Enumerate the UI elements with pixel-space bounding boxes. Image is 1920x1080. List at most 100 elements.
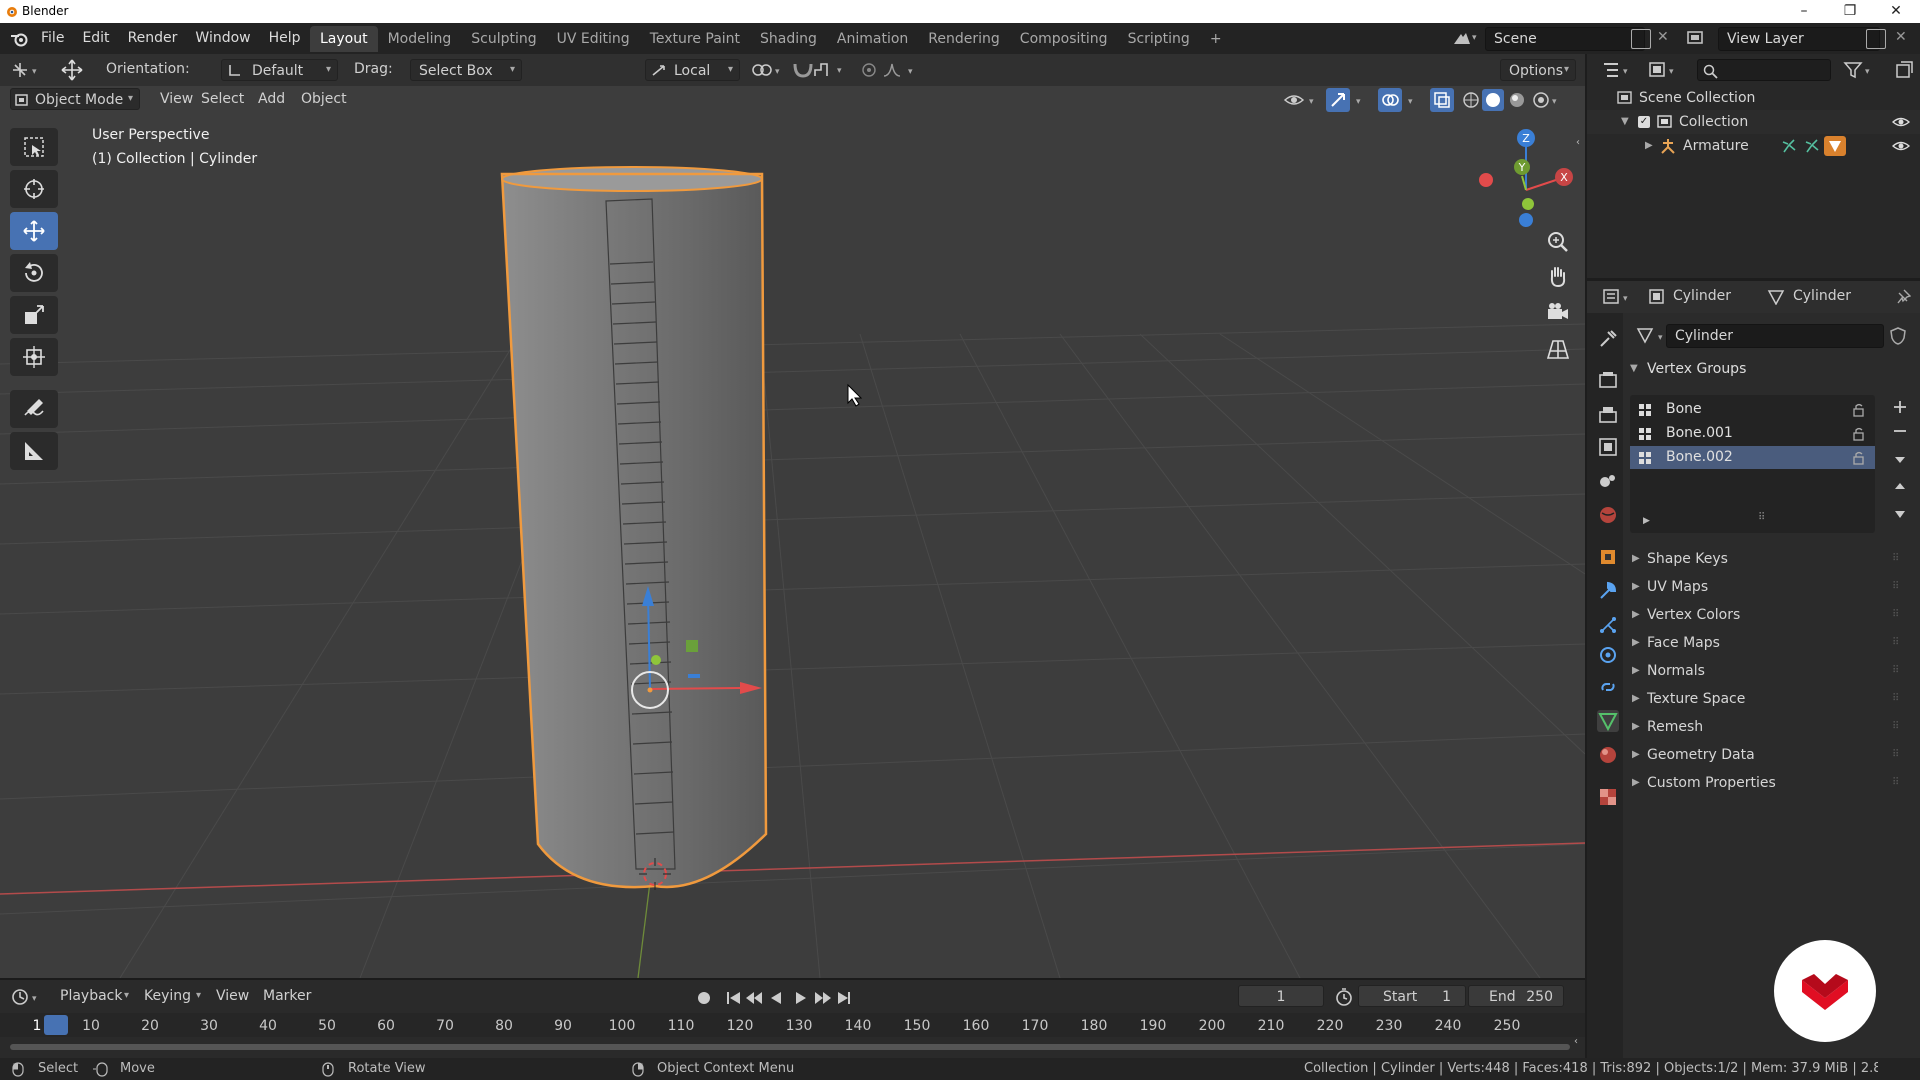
shading-mode-switcher[interactable]: ▾ (1460, 89, 1560, 111)
menu-window[interactable]: Window (186, 23, 259, 54)
expand-triangle-icon[interactable]: ▶ (1645, 134, 1659, 158)
timeline-editor-type-icon[interactable]: ▾ (10, 987, 44, 1007)
tab-scripting[interactable]: Scripting (1118, 26, 1200, 52)
close-window-button[interactable]: ✕ (1876, 0, 1916, 23)
editor-type-icon[interactable]: ▾ (10, 60, 44, 80)
gizmo-neg-x-icon[interactable] (1479, 173, 1493, 187)
world-tab-icon[interactable] (1597, 504, 1619, 526)
drag-handle-icon[interactable]: ⠿ (1892, 687, 1899, 711)
constraints-tab-icon[interactable] (1597, 676, 1619, 698)
mesh-browse-icon[interactable]: ▾ (1636, 326, 1670, 346)
start-frame-field[interactable]: Start 1 (1358, 985, 1466, 1007)
cylinder-object[interactable] (500, 166, 768, 889)
menu-keying[interactable]: Keying (136, 985, 199, 1007)
gizmo-toggle-icon[interactable]: ▾ (1326, 88, 1366, 112)
annotate-tool[interactable] (10, 390, 58, 428)
next-keyframe-icon[interactable] (815, 992, 831, 1004)
panel-header[interactable]: ▶ Face Maps ⠿ (1630, 631, 1910, 655)
child-mesh-icon[interactable] (1824, 136, 1846, 156)
fake-user-shield-icon[interactable] (1888, 326, 1908, 346)
new-collection-icon[interactable] (1895, 60, 1915, 80)
prev-keyframe-icon[interactable] (746, 992, 762, 1004)
viewport-scene[interactable] (0, 54, 1585, 978)
end-frame-field[interactable]: End 250 (1468, 985, 1564, 1007)
view-layer-tab-icon[interactable] (1597, 436, 1619, 458)
tab-layout[interactable]: Layout (310, 26, 378, 52)
tab-compositing[interactable]: Compositing (1010, 26, 1118, 52)
delete-view-layer-icon[interactable]: ✕ (1895, 29, 1907, 45)
eye-icon[interactable] (1892, 115, 1910, 129)
tab-animation[interactable]: Animation (827, 26, 918, 52)
collection-checkbox[interactable]: ✓ (1638, 116, 1650, 128)
properties-editor-type-icon[interactable]: ▾ (1601, 287, 1635, 307)
view-layer-icon[interactable] (1686, 29, 1706, 47)
tab-sculpting[interactable]: Sculpting (461, 26, 546, 52)
menu-playback[interactable]: Playback (52, 985, 130, 1007)
drag-handle-icon[interactable]: ⠿ (1892, 715, 1899, 739)
panel-header[interactable]: ▶ Custom Properties ⠿ (1630, 771, 1910, 795)
blender-menu-icon[interactable] (10, 31, 28, 47)
zoom-icon[interactable] (1545, 229, 1571, 255)
panel-header[interactable]: ▶ Normals ⠿ (1630, 659, 1910, 683)
minimize-button[interactable]: – (1784, 0, 1824, 23)
tab-uv-editing[interactable]: UV Editing (547, 26, 640, 52)
playback-controls[interactable] (696, 988, 856, 1008)
drag-handle-icon[interactable]: ⠿ (1892, 743, 1899, 767)
tool-tab-icon[interactable] (1597, 328, 1619, 350)
panel-header[interactable]: ▶ Shape Keys ⠿ (1630, 547, 1910, 571)
scene-icon[interactable] (1452, 30, 1472, 48)
render-tab-icon[interactable] (1597, 370, 1619, 392)
move-tool[interactable] (10, 212, 58, 250)
stopwatch-icon[interactable] (1334, 987, 1354, 1007)
pose-icon[interactable] (1803, 138, 1821, 154)
cursor-tool[interactable] (10, 170, 58, 208)
tab-texture-paint[interactable]: Texture Paint (640, 26, 750, 52)
rotate-tool[interactable] (10, 254, 58, 292)
pan-hand-icon[interactable] (1545, 264, 1571, 290)
pin-icon[interactable] (1895, 289, 1911, 305)
add-workspace-button[interactable]: + (1200, 26, 1232, 52)
snap-increment-icon[interactable]: ▾ (812, 60, 848, 80)
menu-file[interactable]: File (32, 23, 73, 54)
camera-view-icon[interactable] (1545, 299, 1571, 325)
move-up-icon[interactable] (1895, 483, 1905, 489)
timeline-sidebar-toggle-icon[interactable]: ‹ (1574, 1036, 1578, 1047)
data-tab-icon[interactable] (1597, 710, 1619, 732)
vertex-group-row[interactable]: Bone.001 (1630, 422, 1875, 445)
new-scene-icon[interactable] (1631, 29, 1651, 49)
proportional-edit-icon[interactable] (860, 61, 878, 79)
outliner-row-collection[interactable]: ▼ ✓ Collection (1587, 110, 1920, 134)
tab-shading[interactable]: Shading (750, 26, 827, 52)
delete-scene-icon[interactable]: ✕ (1657, 29, 1669, 45)
jump-start-icon[interactable] (727, 992, 740, 1004)
perspective-grid-icon[interactable] (1545, 336, 1571, 362)
visibility-eye-icon[interactable]: ▾ (1283, 90, 1319, 110)
modifier-tab-icon[interactable] (1597, 580, 1619, 602)
filter-icon[interactable]: ▾ (1843, 60, 1877, 80)
measure-tool[interactable] (10, 432, 58, 470)
outliner-editor-type-icon[interactable]: ▾ (1601, 60, 1635, 80)
play-reverse-icon[interactable] (771, 992, 781, 1004)
panel-header[interactable]: ▶ Remesh ⠿ (1630, 715, 1910, 739)
vertex-group-row[interactable]: Bone.002 (1630, 446, 1875, 469)
drag-dropdown[interactable]: Select Box (410, 59, 522, 81)
output-tab-icon[interactable] (1597, 404, 1619, 426)
panel-vertex-groups-header[interactable]: ▼ Vertex Groups (1630, 359, 1910, 383)
armature-data-icon[interactable] (1780, 138, 1798, 154)
pivot-point-icon[interactable]: ▾ (750, 61, 784, 79)
move-tool-icon[interactable] (58, 58, 86, 82)
drag-handle-icon[interactable]: ⠿ (1892, 575, 1899, 599)
add-vertex-group-icon[interactable] (1894, 401, 1906, 413)
scene-field[interactable]: Scene (1485, 27, 1645, 51)
list-resize-grip-icon[interactable]: ⠿ (1758, 512, 1765, 523)
lock-icon[interactable] (1852, 427, 1868, 441)
panel-header[interactable]: ▶ UV Maps ⠿ (1630, 575, 1910, 599)
new-view-layer-icon[interactable] (1866, 29, 1886, 49)
expand-triangle-icon[interactable]: ▼ (1621, 110, 1635, 134)
outliner-row-armature[interactable]: ▶ Armature (1587, 134, 1920, 158)
drag-handle-icon[interactable]: ⠿ (1892, 659, 1899, 683)
lock-icon[interactable] (1852, 451, 1868, 465)
xray-toggle-icon[interactable] (1430, 88, 1454, 112)
menu-marker[interactable]: Marker (255, 985, 319, 1007)
timeline-scrollbar[interactable] (10, 1044, 1570, 1050)
